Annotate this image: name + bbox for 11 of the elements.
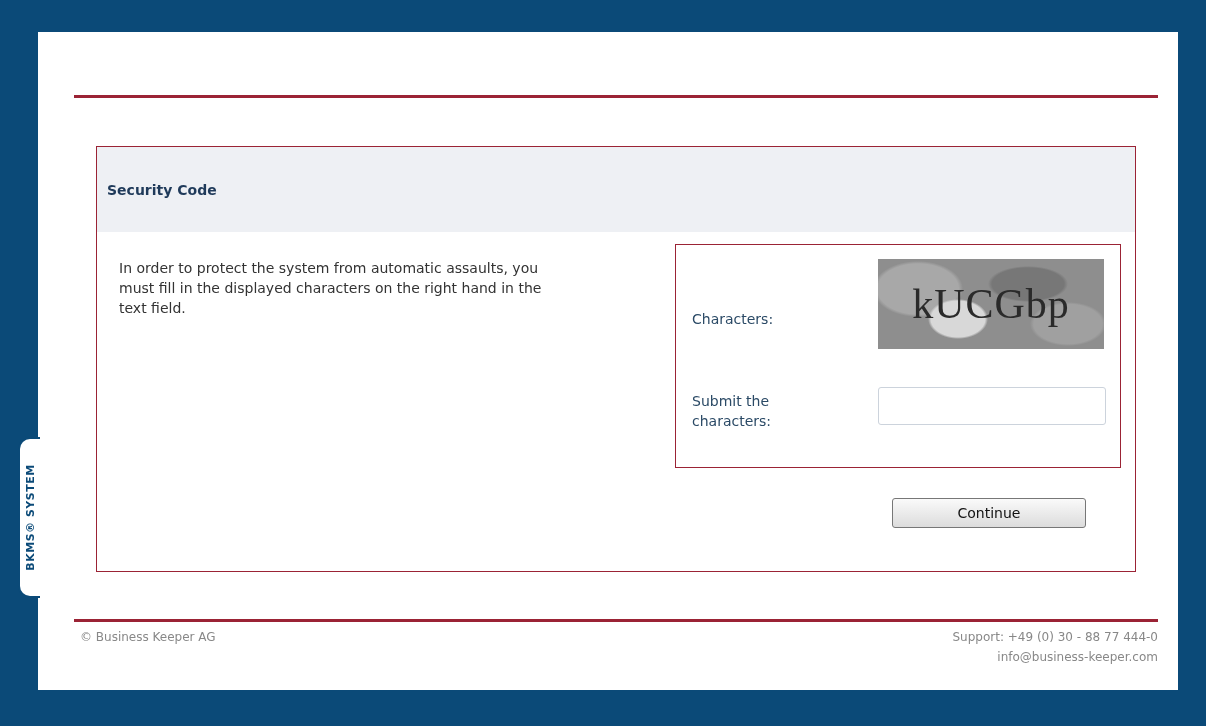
copyright-text: © Business Keeper AG — [80, 630, 216, 646]
side-tab[interactable]: BKMS® SYSTEM — [18, 437, 40, 598]
submit-label: Submit the characters: — [692, 392, 773, 431]
characters-label: Characters: — [692, 310, 775, 329]
captcha-input-field[interactable] — [878, 387, 1106, 425]
instructions-text: In order to protect the system from automatic assaults, you must fill in the displayed characters on the right hand in the text field. — [119, 259, 543, 318]
support-phone-text: Support: +49 (0) 30 - 88 77 444-0 — [952, 630, 1158, 644]
captcha-text: kUCGbp — [878, 259, 1104, 349]
continue-button[interactable]: Continue — [892, 498, 1086, 528]
support-email-text: info@business-keeper.com — [997, 650, 1158, 664]
panel-title: Security Code — [107, 181, 217, 198]
